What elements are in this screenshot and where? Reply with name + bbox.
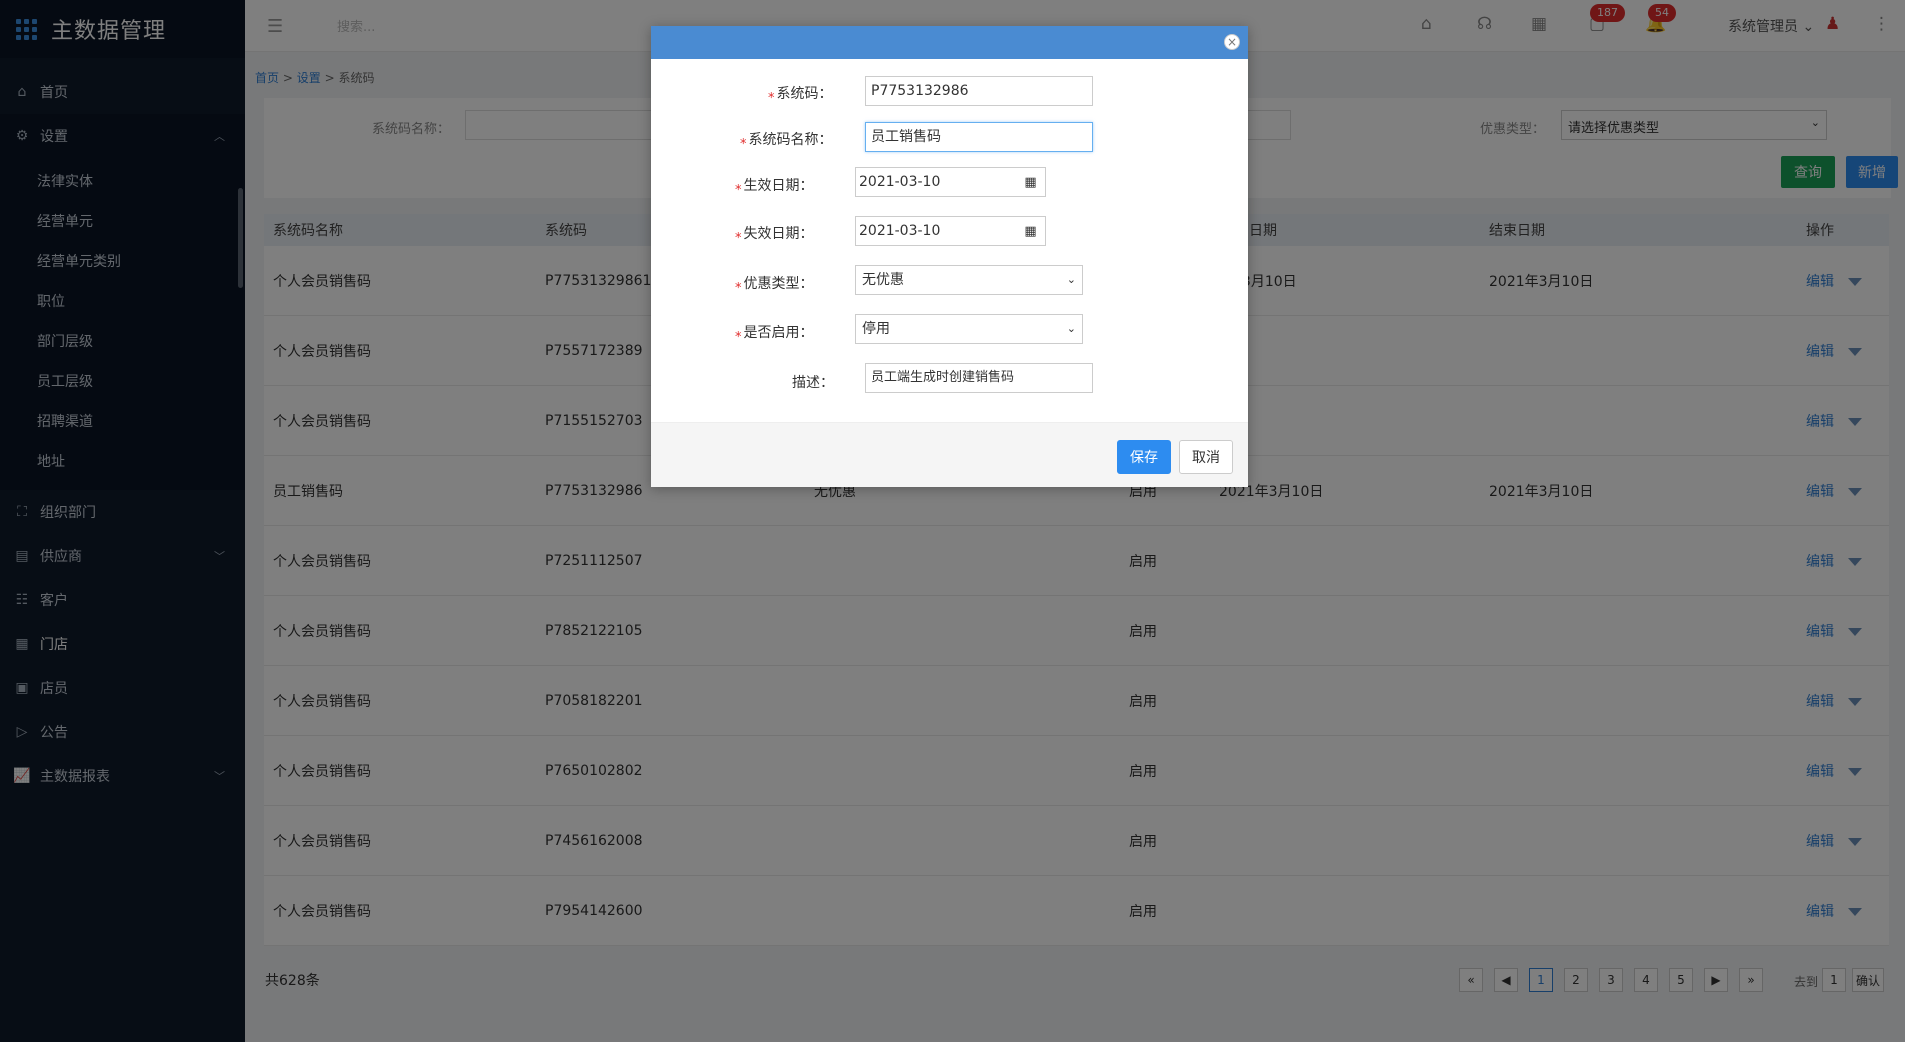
enabled-select[interactable]: 停用 ⌄ [855,314,1083,344]
save-button[interactable]: 保存 [1117,440,1171,474]
cancel-button[interactable]: 取消 [1179,440,1233,474]
discount-type-label: * 优惠类型： [735,273,814,296]
end-date-label: * 失效日期： [735,223,814,246]
calendar-icon[interactable]: ▦ [1016,216,1046,246]
dialog-footer: 保存 取消 [651,422,1248,487]
chevron-down-icon: ⌄ [1066,322,1076,335]
required-mark: * [735,330,742,345]
enabled-label: * 是否启用： [735,322,814,345]
name-input[interactable]: 员工销售码 [865,122,1093,152]
description-input[interactable]: 员工端生成时创建销售码 [865,363,1093,393]
code-input[interactable]: P7753132986 [865,76,1093,106]
name-label-text: 系统码名称： [748,132,833,148]
edit-system-code-dialog: × * 系统码： P7753132986 * 系统码名称： 员工销售码 * 生效日期：… [651,26,1248,487]
discount-type-label-text: 优惠类型： [743,276,814,292]
required-mark: * [768,91,775,106]
enabled-label-text: 是否启用： [743,325,814,341]
enabled-value: 停用 [862,321,890,337]
discount-type-select[interactable]: 无优惠 ⌄ [855,265,1083,295]
end-date-label-text: 失效日期： [743,226,814,242]
dialog-body: * 系统码： P7753132986 * 系统码名称： 员工销售码 * 生效日期： 2… [651,59,1248,422]
start-date-label-text: 生效日期： [743,178,814,194]
code-label: * 系统码： [768,83,833,106]
discount-type-value: 无优惠 [862,272,904,288]
description-label: 描述： [792,375,834,391]
required-mark: * [740,137,747,152]
start-date-input[interactable]: 2021-03-10 [855,167,1017,197]
chevron-down-icon: ⌄ [1066,273,1076,286]
calendar-icon[interactable]: ▦ [1016,167,1046,197]
required-mark: * [735,281,742,296]
close-icon[interactable]: × [1224,34,1240,50]
dialog-header: × [651,26,1248,59]
end-date-input[interactable]: 2021-03-10 [855,216,1017,246]
required-mark: * [735,183,742,198]
name-label: * 系统码名称： [740,129,833,152]
code-label-text: 系统码： [776,86,833,102]
start-date-label: * 生效日期： [735,175,814,198]
required-mark: * [735,231,742,246]
